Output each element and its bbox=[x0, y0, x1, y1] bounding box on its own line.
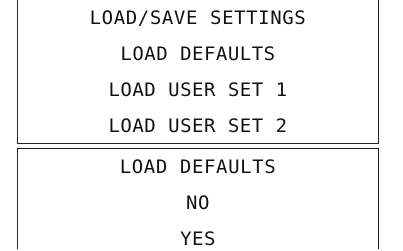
option-no[interactable]: NO bbox=[18, 191, 378, 215]
load-defaults-confirm-panel: LOAD DEFAULTS NO YES bbox=[17, 148, 379, 251]
menu-item-load-user-set-2[interactable]: LOAD USER SET 2 bbox=[18, 114, 378, 138]
load-save-settings-panel: LOAD/SAVE SETTINGS LOAD DEFAULTS LOAD US… bbox=[17, 0, 379, 144]
option-yes[interactable]: YES bbox=[18, 227, 378, 251]
load-save-settings-title: LOAD/SAVE SETTINGS bbox=[89, 7, 307, 29]
load-defaults-confirm-title: LOAD DEFAULTS bbox=[119, 156, 277, 178]
menu-item-load-user-set-1[interactable]: LOAD USER SET 1 bbox=[18, 78, 378, 102]
menu-item-load-defaults[interactable]: LOAD DEFAULTS bbox=[18, 42, 378, 66]
